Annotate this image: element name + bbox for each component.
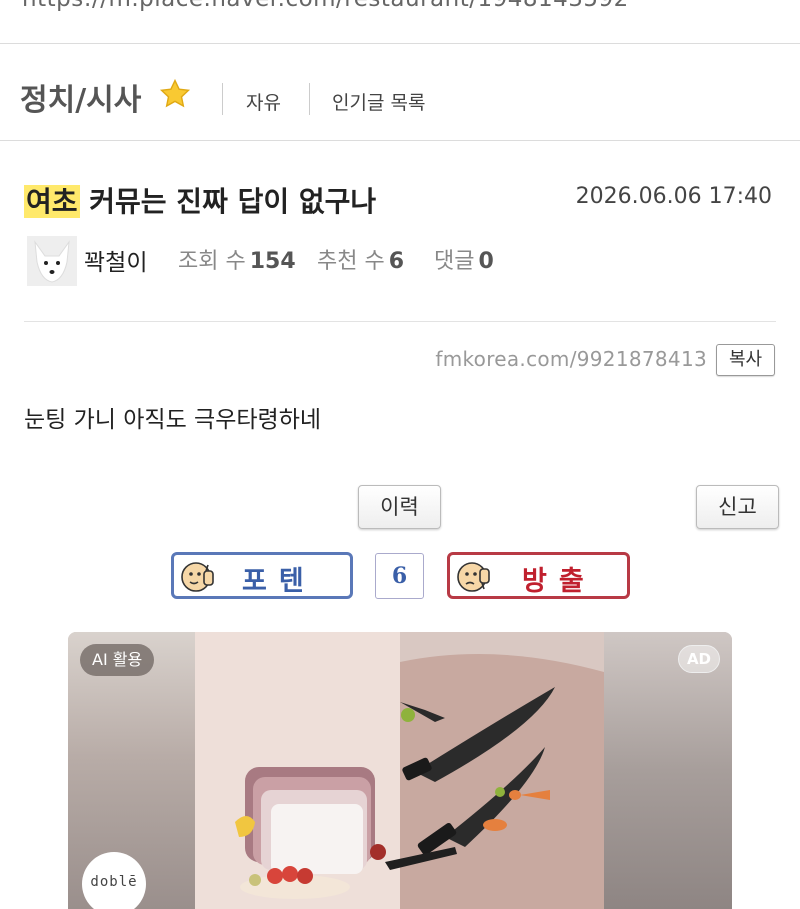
- url-text: https://m.place.naver.com/restaurant/194…: [22, 0, 629, 12]
- release-label: 방출: [522, 566, 596, 597]
- avatar[interactable]: [27, 236, 77, 286]
- thumbs-up-face-icon: [181, 562, 214, 592]
- brand-name: doblē: [90, 874, 138, 890]
- potential-label: 포텐: [242, 566, 316, 597]
- view-count: 조회 수 154: [178, 249, 296, 274]
- brand-logo[interactable]: doblē: [82, 852, 146, 909]
- report-button[interactable]: 신고: [696, 485, 779, 529]
- header-separator: [222, 83, 223, 115]
- vote-count: 6: [375, 553, 424, 599]
- knife-set-ad-image: .: [195, 632, 604, 909]
- copy-button[interactable]: 복사: [716, 344, 775, 376]
- like-count: 추천 수6: [317, 249, 405, 274]
- ad-banner[interactable]: . AI 활용 AD doblē: [68, 632, 732, 909]
- header-separator: [309, 83, 310, 115]
- url-bar[interactable]: https://m.place.naver.com/restaurant/194…: [0, 0, 800, 44]
- divider: [24, 321, 776, 322]
- ai-usage-badge: AI 활용: [80, 644, 155, 676]
- history-button[interactable]: 이력: [358, 485, 441, 529]
- ad-badge[interactable]: AD: [677, 645, 720, 673]
- potential-vote-button[interactable]: 포텐: [171, 552, 353, 599]
- post-title-text: 커뮤는 진짜 답이 없구나: [89, 185, 377, 218]
- release-vote-button[interactable]: 방출: [447, 552, 630, 599]
- comment-count: 댓글 0: [434, 249, 494, 274]
- post-body: 눈팅 가니 아직도 극우타령하네: [24, 407, 322, 433]
- star-icon[interactable]: [158, 77, 192, 111]
- thumbs-down-face-icon: [457, 562, 490, 592]
- author-name[interactable]: 꽉철이: [84, 243, 147, 277]
- free-board-link[interactable]: 자유: [246, 88, 281, 115]
- ad-blur-right: [604, 632, 732, 909]
- board-header: 정치/시사 자유 인기글 목록: [0, 45, 800, 141]
- board-title[interactable]: 정치/시사: [20, 75, 141, 119]
- category-tag[interactable]: 여초: [24, 185, 80, 218]
- white-fox-avatar-icon: [27, 236, 77, 286]
- post-date: 2026.06.06 17:40: [575, 184, 772, 209]
- short-url[interactable]: fmkorea.com/9921878413: [435, 347, 707, 371]
- popular-list-link[interactable]: 인기글 목록: [332, 88, 425, 115]
- post-title: 여초 커뮤는 진짜 답이 없구나: [24, 180, 376, 220]
